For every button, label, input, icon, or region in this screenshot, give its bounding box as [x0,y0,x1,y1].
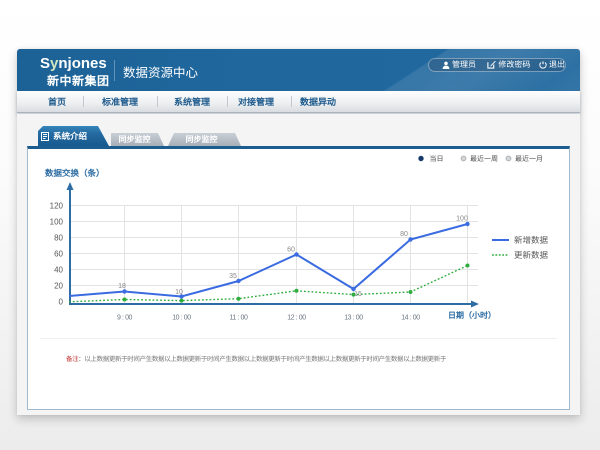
svg-text:新增数据: 新增数据 [514,234,549,246]
svg-text:数据交换（条）: 数据交换（条） [44,167,105,179]
svg-text:日期（小时）: 日期（小时） [448,310,496,321]
svg-text:35: 35 [229,273,237,280]
svg-text:最近一周: 最近一周 [470,154,498,164]
svg-text:40: 40 [54,266,63,275]
svg-text:60: 60 [287,247,295,254]
svg-text:80: 80 [400,231,408,238]
svg-text:18: 18 [118,283,126,290]
svg-text:10: 10 [175,289,183,296]
svg-text:15: 15 [354,291,362,298]
svg-text:11 : 00: 11 : 00 [229,315,248,322]
svg-text:13 : 00: 13 : 00 [344,315,363,322]
svg-text:12 : 00: 12 : 00 [287,315,306,322]
svg-text:14 : 00: 14 : 00 [401,315,420,322]
svg-text:0: 0 [59,298,64,307]
svg-text:80: 80 [54,234,63,243]
svg-text:100: 100 [50,218,64,227]
svg-text:60: 60 [54,250,63,259]
svg-text:9 : 00: 9 : 00 [117,315,133,322]
svg-text:100: 100 [456,216,468,223]
svg-text:最近一月: 最近一月 [515,154,543,164]
svg-text:10 : 00: 10 : 00 [172,315,191,322]
svg-text:更新数据: 更新数据 [514,249,549,261]
svg-text:120: 120 [50,202,64,211]
svg-text:20: 20 [54,282,63,291]
svg-text:当日: 当日 [430,154,444,164]
